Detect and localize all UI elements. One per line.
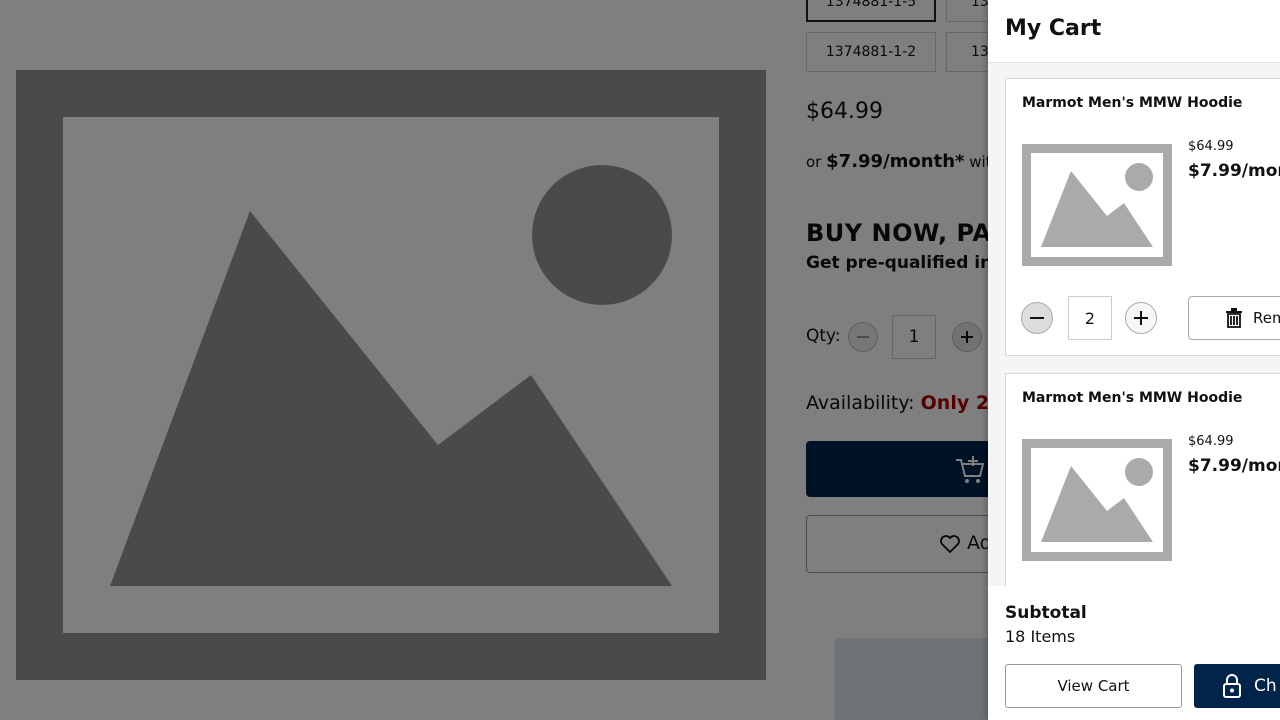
- cart-item: Marmot Men's MMW Hoodie $64.99 $7.99/mon…: [1005, 78, 1280, 356]
- cart-qty-input[interactable]: 2: [1068, 296, 1112, 340]
- cart-remove-button[interactable]: Rem: [1188, 296, 1280, 340]
- cart-qty-increase-button[interactable]: [1125, 302, 1157, 334]
- image-placeholder-icon: [1022, 144, 1172, 266]
- cart-item: Marmot Men's MMW Hoodie $64.99 $7.99/mon: [1005, 373, 1280, 586]
- cart-qty-decrease-button[interactable]: [1021, 302, 1053, 334]
- image-placeholder-icon: [1022, 439, 1172, 561]
- cart-item-name[interactable]: Marmot Men's MMW Hoodie: [1022, 390, 1242, 406]
- cart-title: My Cart: [1005, 16, 1102, 41]
- plus-icon: [1134, 311, 1148, 325]
- trash-icon: [1226, 308, 1242, 328]
- cart-footer: Subtotal 18 Items View Cart Ch: [988, 586, 1280, 720]
- cart-header: My Cart: [988, 0, 1280, 63]
- minus-icon: [1030, 317, 1044, 319]
- cart-drawer: My Cart Marmot Men's MMW Hoodie $64.99 $…: [988, 0, 1280, 720]
- cart-item-monthly: $7.99/mon: [1188, 161, 1280, 181]
- lock-icon: [1223, 674, 1241, 698]
- cart-item-monthly: $7.99/mon: [1188, 456, 1280, 476]
- subtotal-count: 18 Items: [1005, 627, 1076, 646]
- checkout-label: Ch: [1254, 676, 1277, 696]
- cart-item-price: $64.99: [1188, 139, 1234, 154]
- cart-item-name[interactable]: Marmot Men's MMW Hoodie: [1022, 95, 1242, 111]
- cart-item-price: $64.99: [1188, 434, 1234, 449]
- subtotal-label: Subtotal: [1005, 603, 1087, 623]
- checkout-button[interactable]: Ch: [1194, 664, 1280, 708]
- remove-label: Rem: [1253, 309, 1280, 327]
- cart-items-list[interactable]: Marmot Men's MMW Hoodie $64.99 $7.99/mon…: [988, 63, 1280, 586]
- view-cart-button[interactable]: View Cart: [1005, 664, 1182, 708]
